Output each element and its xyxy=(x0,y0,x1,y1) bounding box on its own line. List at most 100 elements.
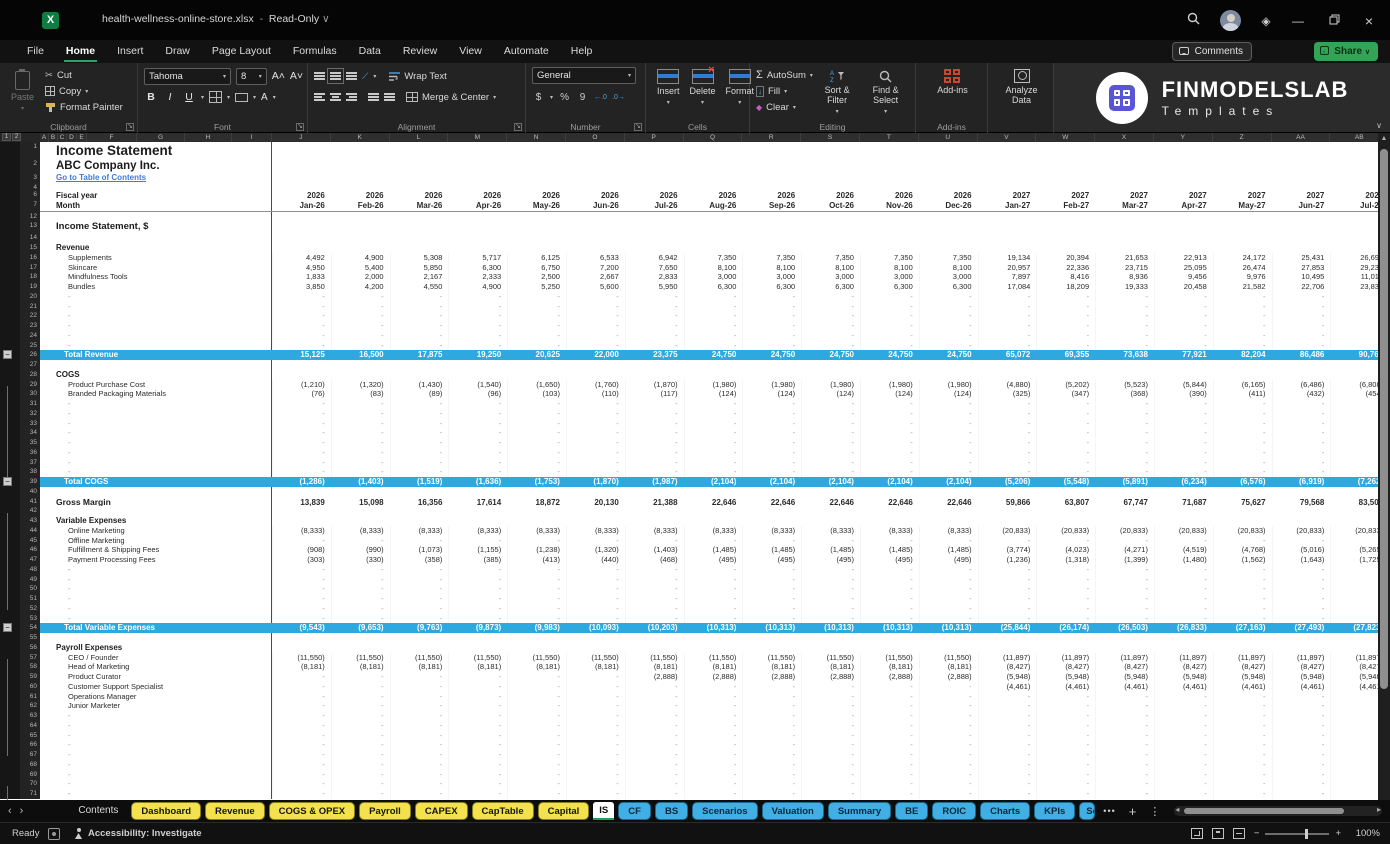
cell[interactable]: - xyxy=(507,418,566,429)
cell[interactable]: 86,486 xyxy=(1272,350,1331,360)
cell[interactable]: (20,833) xyxy=(1036,525,1095,536)
row-label[interactable]: - xyxy=(40,750,272,760)
cell[interactable]: (8,181) xyxy=(624,662,684,672)
row-header-64[interactable]: 64 xyxy=(20,720,40,731)
cell[interactable]: 24,750 xyxy=(684,350,743,360)
cell[interactable]: 4,200 xyxy=(330,282,390,292)
cell[interactable]: - xyxy=(1095,720,1154,731)
cell[interactable]: - xyxy=(918,769,978,780)
cell[interactable]: - xyxy=(977,584,1037,594)
cell[interactable]: 4,900 xyxy=(448,282,507,292)
collapse-group-button[interactable]: − xyxy=(3,477,12,486)
cell[interactable]: - xyxy=(683,594,743,604)
cell[interactable]: - xyxy=(1330,613,1378,624)
cell[interactable]: - xyxy=(859,408,919,419)
cell[interactable]: - xyxy=(1212,779,1272,789)
cell[interactable]: - xyxy=(742,789,801,799)
cell[interactable]: 11,015 xyxy=(1330,272,1378,282)
delete-cells-button[interactable]: Delete▾ xyxy=(685,65,721,119)
row-header-12[interactable]: 12 xyxy=(20,212,40,221)
cell[interactable]: 1,833 xyxy=(272,272,331,282)
collapse-group-button[interactable]: − xyxy=(3,623,12,632)
cell[interactable]: 82,204 xyxy=(1213,350,1272,360)
scroll-right-arrow-icon[interactable]: ▸ xyxy=(1377,805,1381,814)
cell[interactable]: (117) xyxy=(624,389,684,399)
cell[interactable]: - xyxy=(742,779,801,789)
cell[interactable]: - xyxy=(330,603,390,614)
cell[interactable]: - xyxy=(859,301,919,312)
cell[interactable]: - xyxy=(1036,759,1095,770)
cell[interactable]: - xyxy=(272,603,331,614)
copy-button[interactable]: Copy ▾ xyxy=(45,83,123,99)
sort-filter-button[interactable]: AZ Sort & Filter ▾ xyxy=(814,67,860,119)
row-header-58[interactable]: 58 xyxy=(20,662,40,672)
row-label[interactable] xyxy=(40,486,272,497)
cell[interactable]: - xyxy=(977,535,1037,546)
cell[interactable]: (8,333) xyxy=(742,525,801,536)
cell[interactable]: (8,181) xyxy=(565,662,625,672)
cell[interactable]: 8,100 xyxy=(801,262,860,273)
cell[interactable]: 24,750 xyxy=(919,350,978,360)
cell[interactable]: - xyxy=(624,779,684,789)
cell[interactable]: - xyxy=(1212,691,1272,702)
cell[interactable]: - xyxy=(565,691,625,702)
cell[interactable]: (10,313) xyxy=(860,623,919,633)
cell[interactable]: 73,638 xyxy=(1095,350,1154,360)
cell[interactable]: 8,936 xyxy=(1095,272,1154,282)
cell[interactable]: - xyxy=(1095,701,1154,711)
cell[interactable]: - xyxy=(389,291,449,302)
cell[interactable]: - xyxy=(742,720,801,731)
cell[interactable]: Apr-26 xyxy=(448,200,507,211)
cell[interactable]: - xyxy=(1330,301,1378,312)
cell[interactable]: 22,646 xyxy=(684,497,743,507)
cell[interactable]: (124) xyxy=(859,389,919,399)
underline-dropdown[interactable]: ▾ xyxy=(201,94,204,101)
clear-button[interactable]: ◆ Clear ▾ xyxy=(756,99,814,115)
cell[interactable]: - xyxy=(977,428,1037,438)
cell[interactable]: - xyxy=(565,594,625,604)
cell[interactable]: (5,844) xyxy=(1153,379,1213,390)
align-left-button[interactable] xyxy=(314,92,325,103)
cell[interactable]: 8,100 xyxy=(859,262,919,273)
cell[interactable]: 3,000 xyxy=(918,272,978,282)
vertical-scrollbar-thumb[interactable] xyxy=(1380,149,1388,689)
cell[interactable]: - xyxy=(683,330,743,341)
cell[interactable]: (8,181) xyxy=(742,662,801,672)
cell[interactable]: 8,100 xyxy=(683,262,743,273)
cell[interactable]: Jan-27 xyxy=(978,200,1037,211)
cell[interactable]: - xyxy=(565,399,625,409)
cell[interactable]: (8,333) xyxy=(624,525,684,536)
cell[interactable]: - xyxy=(918,681,978,692)
cell[interactable]: 4,492 xyxy=(272,252,331,263)
cell[interactable]: 23,375 xyxy=(625,350,684,360)
cell[interactable]: - xyxy=(1036,769,1095,780)
cell[interactable]: 7,350 xyxy=(683,252,743,263)
cell[interactable]: - xyxy=(918,457,978,468)
cell[interactable]: - xyxy=(742,311,801,321)
cell[interactable]: - xyxy=(1212,584,1272,594)
cell[interactable]: 4,550 xyxy=(389,282,449,292)
sheet-tab-capex[interactable]: CAPEX xyxy=(414,802,468,820)
orientation-button[interactable]: ⟋ xyxy=(362,71,368,82)
cell[interactable]: - xyxy=(1212,759,1272,770)
cell[interactable]: (4,768) xyxy=(1212,545,1272,555)
cell[interactable]: - xyxy=(801,750,860,760)
cell[interactable]: (1,236) xyxy=(977,555,1037,565)
cell[interactable]: - xyxy=(624,574,684,585)
cell[interactable]: 65,072 xyxy=(978,350,1037,360)
row-header-47[interactable]: 47 xyxy=(20,555,40,565)
row-header-34[interactable]: 34 xyxy=(20,428,40,438)
cell[interactable]: - xyxy=(742,750,801,760)
cell[interactable]: 22,646 xyxy=(919,497,978,507)
cell[interactable]: 2027 xyxy=(1213,190,1272,200)
cell[interactable]: - xyxy=(801,535,860,546)
cell[interactable]: - xyxy=(801,779,860,789)
cell[interactable]: - xyxy=(330,457,390,468)
cell[interactable]: - xyxy=(448,418,507,429)
cell[interactable]: (1,636) xyxy=(448,477,507,487)
cell[interactable]: - xyxy=(1212,769,1272,780)
column-header-J[interactable]: J xyxy=(272,133,331,142)
cell[interactable]: 71,687 xyxy=(1154,497,1213,507)
cell[interactable]: - xyxy=(1271,408,1331,419)
cell[interactable]: (8,333) xyxy=(448,525,507,536)
